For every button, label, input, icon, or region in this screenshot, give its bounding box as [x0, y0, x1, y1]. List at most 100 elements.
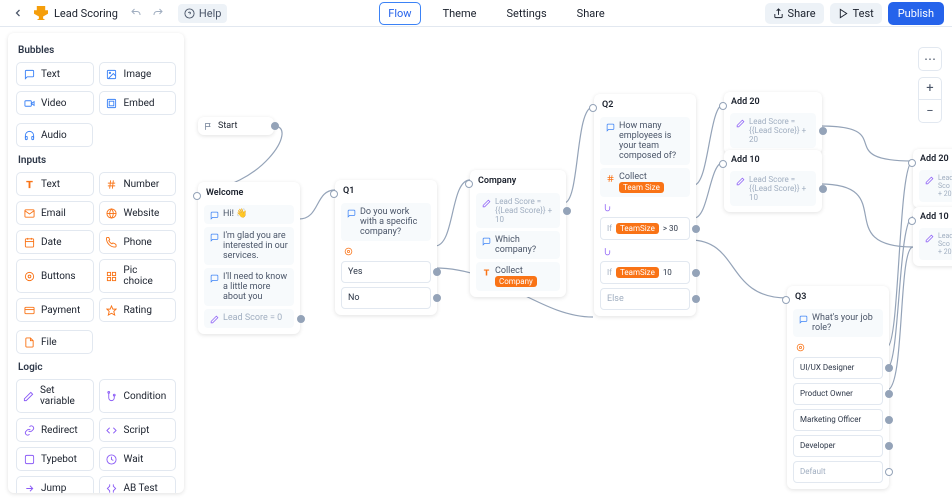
canvas[interactable]: Bubbles Text Image Video Embed Audio Inp… — [0, 27, 952, 502]
port[interactable] — [908, 217, 916, 225]
q2-question[interactable]: How many employees is your team composed… — [600, 117, 690, 165]
tool-payment[interactable]: Payment — [16, 298, 94, 322]
add10-title: Add 10 — [724, 150, 822, 168]
tool-video[interactable]: Video — [16, 91, 94, 115]
q3-opt0[interactable]: UI/UX Designer — [793, 357, 883, 379]
welcome-row3[interactable]: I'll need to know a little more about yo… — [204, 268, 294, 306]
image-icon — [106, 68, 118, 80]
tab-theme[interactable]: Theme — [435, 3, 485, 24]
welcome-block[interactable]: Welcome Hi! 👋 I'm glad you are intereste… — [198, 182, 300, 334]
help-button[interactable]: Help — [178, 4, 228, 23]
title-block[interactable]: Lead Scoring — [34, 6, 118, 20]
q2-cond2[interactable]: IfTeamSize10 — [600, 261, 690, 284]
back-button[interactable] — [8, 3, 28, 23]
port[interactable] — [719, 102, 727, 110]
tool-number[interactable]: Number — [99, 172, 177, 196]
tool-website[interactable]: Website — [99, 201, 177, 225]
q1-opt-no[interactable]: No — [341, 287, 431, 309]
port[interactable] — [297, 315, 305, 323]
tool-abtest[interactable]: AB Test — [99, 476, 177, 493]
add20-2-block[interactable]: Add 20 Lead Sco+ 20 — [913, 149, 952, 208]
jump-icon — [23, 482, 35, 493]
publish-button[interactable]: Publish — [888, 2, 944, 25]
tool-text[interactable]: Text — [16, 62, 94, 86]
tool-jump[interactable]: Jump — [16, 476, 94, 493]
port[interactable] — [692, 269, 700, 277]
tool-embed[interactable]: Embed — [99, 91, 177, 115]
redo-button[interactable] — [148, 3, 168, 23]
tool-picchoice[interactable]: Pic choice — [99, 259, 177, 293]
chat-icon — [209, 273, 219, 283]
share-button[interactable]: Share — [765, 3, 824, 24]
tool-file[interactable]: File — [16, 330, 93, 354]
q3-opt1[interactable]: Product Owner — [793, 383, 883, 405]
add10-block[interactable]: Add 10 Lead Score = {{Lead Score}} + 10 — [724, 150, 822, 212]
welcome-score[interactable]: Lead Score = 0 — [204, 309, 294, 328]
port[interactable] — [885, 468, 893, 476]
port[interactable] — [885, 390, 893, 398]
tool-script[interactable]: Script — [99, 418, 177, 442]
tool-image[interactable]: Image — [99, 62, 177, 86]
tool-buttons[interactable]: Buttons — [16, 259, 94, 293]
tool-email[interactable]: Email — [16, 201, 94, 225]
tool-phone[interactable]: Phone — [99, 230, 177, 254]
test-button[interactable]: Test — [830, 3, 882, 24]
add10-2-block[interactable]: Add 10 Lead Sco+ 20 — [913, 207, 952, 266]
q1-opt-yes[interactable]: Yes — [341, 261, 431, 283]
welcome-row2[interactable]: I'm glad you are interested in our servi… — [204, 227, 294, 265]
company-block[interactable]: Company Lead Score = {{Lead Score}} + 10… — [470, 170, 566, 297]
tool-audio[interactable]: Audio — [16, 123, 93, 147]
add20-block[interactable]: Add 20 Lead Score = {{Lead Score}} + 20 — [724, 92, 822, 154]
port[interactable] — [433, 294, 441, 302]
tab-flow[interactable]: Flow — [379, 2, 420, 25]
tool-setvar[interactable]: Set variable — [16, 379, 94, 413]
tool-redirect[interactable]: Redirect — [16, 418, 94, 442]
zoom-out-button[interactable]: − — [919, 100, 941, 122]
company-question[interactable]: Which company? — [476, 231, 560, 259]
tabs: Flow Theme Settings Share — [379, 2, 612, 25]
port[interactable] — [692, 225, 700, 233]
company-score[interactable]: Lead Score = {{Lead Score}} + 10 — [476, 193, 560, 228]
tool-cond[interactable]: Condition — [99, 379, 177, 413]
q2-collect[interactable]: Collect Team Size — [600, 168, 690, 197]
welcome-row1[interactable]: Hi! 👋 — [204, 205, 294, 224]
port[interactable] — [819, 185, 827, 193]
tool-wait[interactable]: Wait — [99, 447, 177, 471]
q2-block[interactable]: Q2 How many employees is your team compo… — [594, 94, 696, 316]
port[interactable] — [885, 442, 893, 450]
zoom-in-button[interactable]: + — [919, 78, 941, 100]
port[interactable] — [908, 159, 916, 167]
tab-settings[interactable]: Settings — [499, 3, 555, 24]
add10-score[interactable]: Lead Score = {{Lead Score}} + 10 — [730, 171, 816, 206]
port[interactable] — [819, 127, 827, 135]
start-node[interactable]: Start — [198, 117, 274, 135]
tool-rating[interactable]: Rating — [99, 298, 177, 322]
tool-typebot[interactable]: Typebot — [16, 447, 94, 471]
q2-cond1[interactable]: IfTeamSize> 30 — [600, 217, 690, 240]
company-collect[interactable]: Collect Company — [476, 262, 560, 291]
add10-2-score[interactable]: Lead Sco+ 20 — [919, 228, 952, 260]
add20-2-score[interactable]: Lead Sco+ 20 — [919, 170, 952, 202]
tool-textinput[interactable]: Text — [16, 172, 94, 196]
port[interactable] — [719, 160, 727, 168]
start-label: Start — [218, 121, 237, 131]
tool-date[interactable]: Date — [16, 230, 94, 254]
canvas-menu-button[interactable]: ⋯ — [918, 47, 942, 71]
q1-block[interactable]: Q1 Do you work with a specific company? … — [335, 180, 437, 315]
q3-opt4[interactable]: Default — [793, 461, 883, 483]
port[interactable] — [563, 207, 571, 215]
q2-else[interactable]: Else — [600, 288, 690, 310]
tab-share[interactable]: Share — [569, 3, 613, 24]
port[interactable] — [885, 364, 893, 372]
port[interactable] — [692, 295, 700, 303]
undo-button[interactable] — [126, 3, 146, 23]
q3-opt3[interactable]: Developer — [793, 435, 883, 457]
q3-question[interactable]: What's your job role? — [793, 309, 883, 337]
q1-question[interactable]: Do you work with a specific company? — [341, 203, 431, 241]
port[interactable] — [271, 122, 279, 130]
port[interactable] — [885, 416, 893, 424]
q3-opt2[interactable]: Marketing Officer — [793, 409, 883, 431]
port[interactable] — [433, 268, 441, 276]
add20-score[interactable]: Lead Score = {{Lead Score}} + 20 — [730, 113, 816, 148]
q3-block[interactable]: Q3 What's your job role? UI/UX Designer … — [787, 286, 889, 489]
